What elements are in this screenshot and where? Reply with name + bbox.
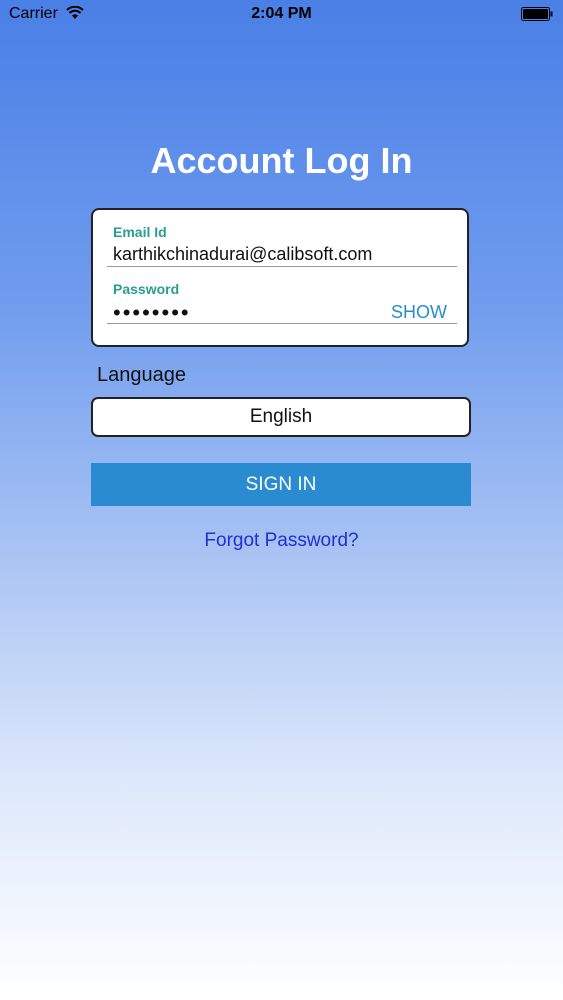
email-label: Email Id [113,224,167,240]
status-bar: Carrier 2:04 PM [0,0,563,30]
email-underline [107,266,457,267]
status-time: 2:04 PM [251,5,312,22]
sign-in-button[interactable]: SIGN IN [91,463,471,506]
password-field[interactable]: •••••••• [113,302,191,324]
password-label: Password [113,281,180,297]
password-underline [107,323,457,324]
language-select[interactable]: English [91,397,471,437]
page-title: Account Log In [150,140,413,181]
show-password-button[interactable]: SHOW [391,302,447,323]
language-label: Language [97,364,186,386]
forgot-password-link[interactable]: Forgot Password? [0,530,563,552]
email-field[interactable]: karthikchinadurai@calibsoft.com [113,244,372,265]
login-card: Email Id karthikchinadurai@calibsoft.com… [91,208,469,347]
battery-icon [521,7,553,21]
